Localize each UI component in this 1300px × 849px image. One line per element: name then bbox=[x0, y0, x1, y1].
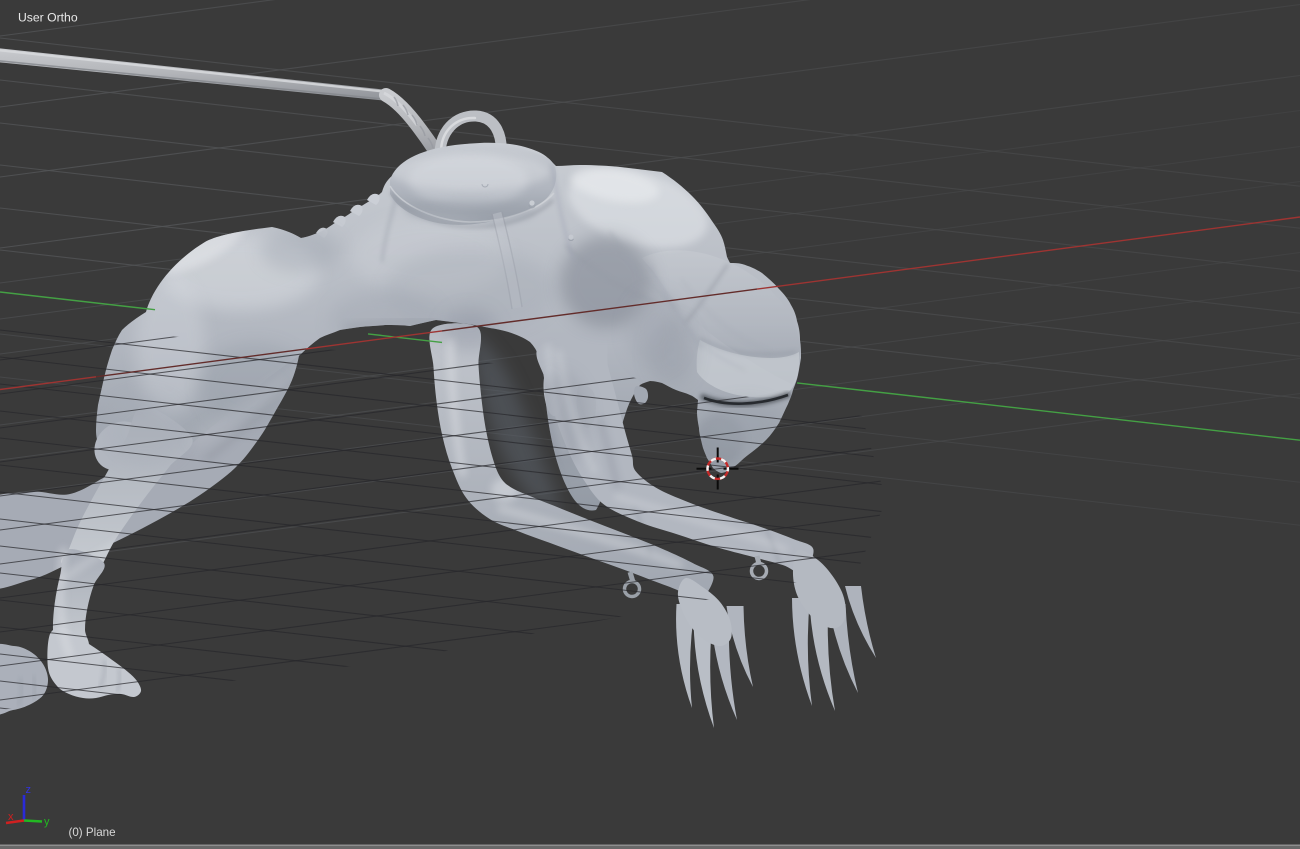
svg-text:x: x bbox=[8, 811, 14, 823]
svg-text:y: y bbox=[44, 816, 50, 828]
svg-text:z: z bbox=[26, 784, 32, 796]
svg-text:(0) Plane: (0) Plane bbox=[69, 826, 116, 839]
svg-text:User Ortho: User Ortho bbox=[18, 10, 78, 24]
